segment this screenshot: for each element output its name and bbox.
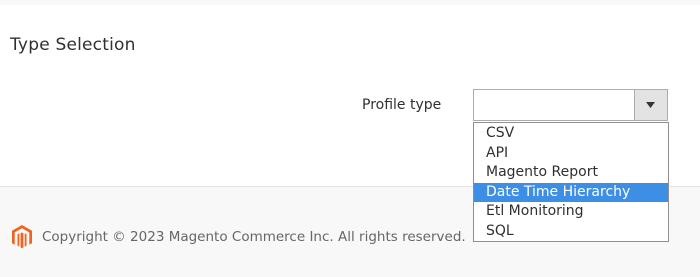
option-csv[interactable]: CSV (474, 124, 668, 144)
option-date-time-hierarchy[interactable]: Date Time Hierarchy (474, 182, 668, 203)
option-etl-monitoring[interactable]: Etl Monitoring (474, 202, 668, 222)
option-api[interactable]: API (474, 144, 668, 164)
caret-down-icon (646, 102, 655, 108)
option-sql[interactable]: SQL (474, 222, 668, 242)
section-title: Type Selection (10, 35, 136, 55)
copyright-text: Copyright © 2023 Magento Commerce Inc. A… (42, 229, 466, 245)
profile-type-select[interactable] (473, 89, 668, 121)
dropdown-toggle-button[interactable] (634, 90, 667, 120)
option-magento-report[interactable]: Magento Report (474, 163, 668, 183)
profile-type-options-list[interactable]: CSV API Magento Report Date Time Hierarc… (473, 122, 669, 242)
profile-type-label: Profile type (362, 97, 442, 113)
top-strip (0, 0, 700, 5)
magento-logo-icon (12, 225, 32, 249)
